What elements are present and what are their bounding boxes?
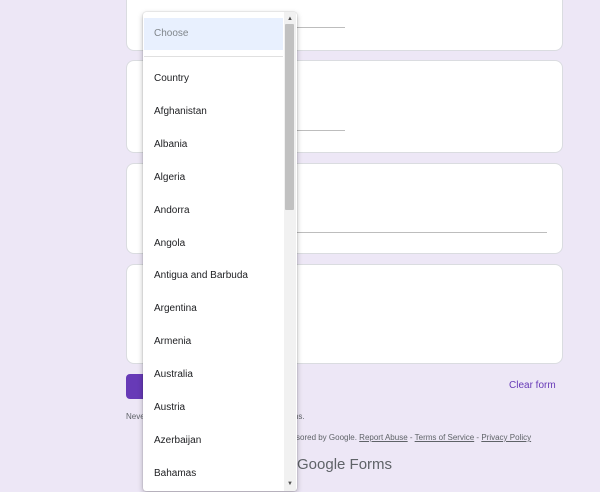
dropdown-option[interactable]: Antigua and Barbuda	[154, 270, 248, 281]
password-warning-text: Neve	[126, 412, 145, 421]
chevron-up-icon[interactable]: ▲	[284, 14, 296, 24]
report-abuse-link[interactable]: Report Abuse	[359, 433, 407, 442]
sponsored-text: sored by Google.	[296, 433, 357, 442]
dropdown-option[interactable]: Afghanistan	[154, 106, 207, 117]
separator: -	[407, 433, 415, 442]
scrollbar-thumb[interactable]	[285, 24, 294, 210]
privacy-link[interactable]: Privacy Policy	[481, 433, 531, 442]
chevron-down-icon[interactable]: ▼	[284, 479, 296, 489]
dropdown-option[interactable]: Australia	[154, 369, 193, 380]
brand-google: Google	[297, 456, 346, 473]
dropdown-option[interactable]: Argentina	[154, 303, 197, 314]
dropdown-divider	[144, 56, 283, 57]
dropdown-option-selected[interactable]: Choose	[144, 18, 283, 50]
brand-forms: Forms	[349, 456, 393, 473]
dropdown-option[interactable]: Angola	[154, 238, 185, 249]
dropdown-option[interactable]: Austria	[154, 402, 185, 413]
dropdown-option[interactable]: Armenia	[154, 336, 191, 347]
dropdown-option[interactable]: Country	[154, 73, 189, 84]
dropdown-option[interactable]: Albania	[154, 139, 187, 150]
dropdown-option[interactable]: Andorra	[154, 205, 190, 216]
google-forms-logo[interactable]: Google Forms	[297, 456, 392, 473]
footer-links: sored by Google. Report Abuse - Terms of…	[296, 433, 531, 442]
country-dropdown-list[interactable]: Choose Country Afghanistan Albania Alger…	[143, 12, 297, 491]
clear-form-link[interactable]: Clear form	[509, 380, 556, 391]
terms-link[interactable]: Terms of Service	[415, 433, 475, 442]
dropdown-option[interactable]: Bahamas	[154, 468, 196, 479]
dropdown-option[interactable]: Azerbaijan	[154, 435, 201, 446]
dropdown-option[interactable]: Algeria	[154, 172, 185, 183]
